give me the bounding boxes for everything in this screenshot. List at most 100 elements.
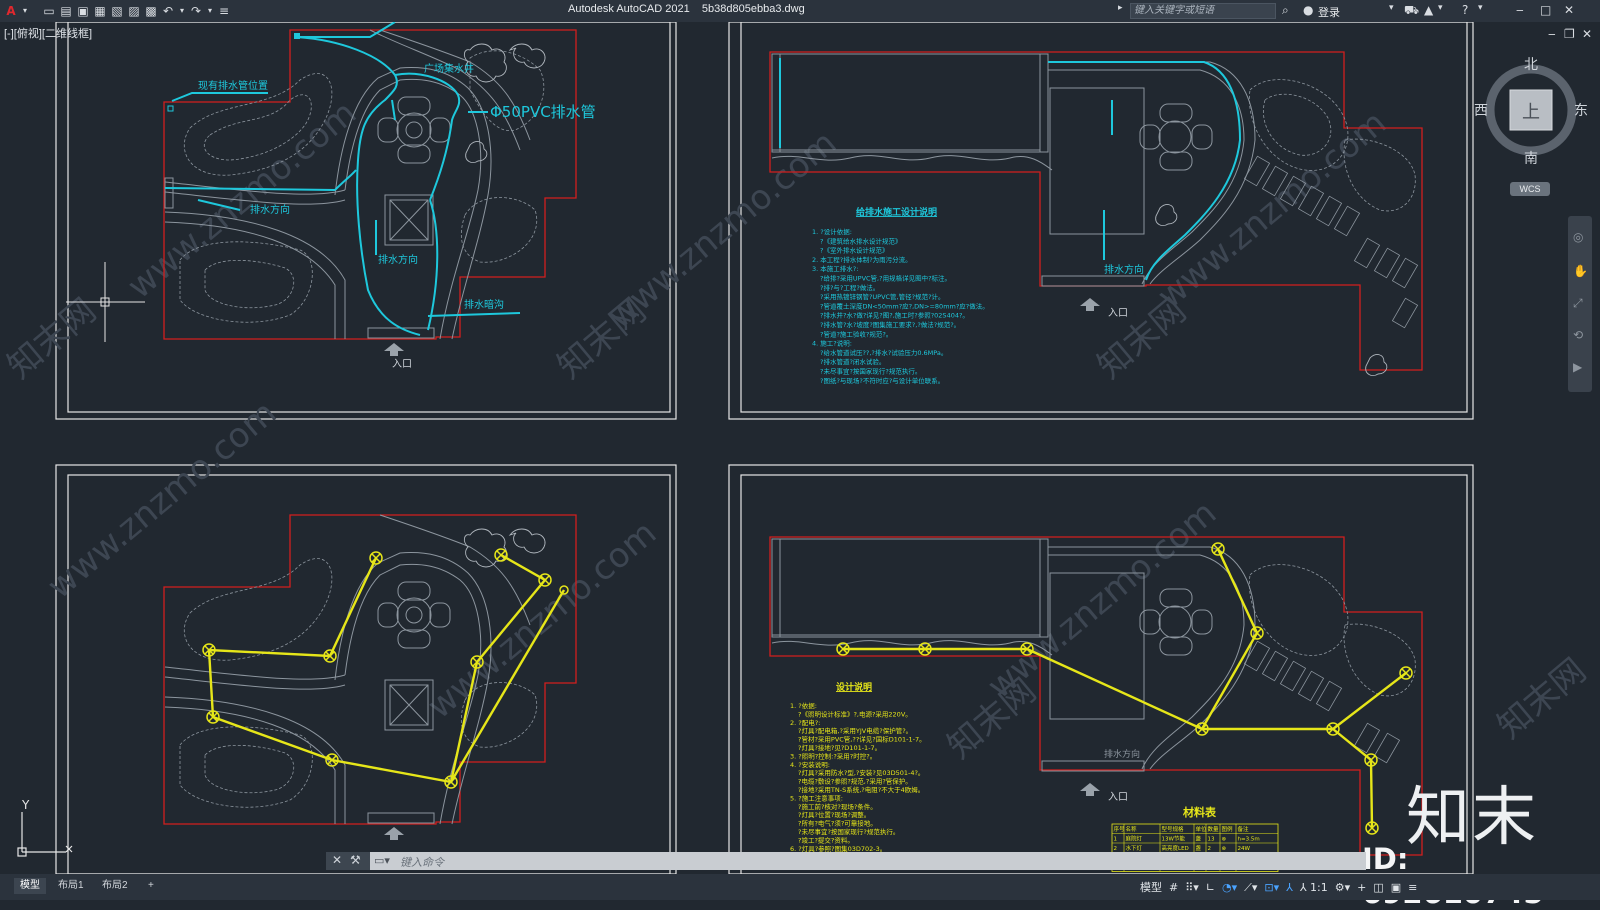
isolate-icon[interactable]: ◫: [1370, 881, 1383, 894]
command-history-icon[interactable]: ▭▾: [374, 854, 390, 867]
table-cell: 庭院灯: [1126, 835, 1143, 843]
table-cell: 盏: [1196, 844, 1202, 852]
viewcube-east[interactable]: 东: [1574, 100, 1588, 120]
svg-text:入口: 入口: [1108, 792, 1128, 803]
save-icon[interactable]: ▣: [76, 4, 90, 18]
login-dropdown-icon[interactable]: ▾: [1389, 3, 1394, 13]
note-line: ?灯具?接地?见?D101-1-7。: [798, 743, 881, 752]
ucs-y-label: Y: [21, 798, 30, 812]
maximize-icon[interactable]: □: [1540, 3, 1551, 17]
osnap-icon[interactable]: ⊡▾: [1261, 881, 1279, 894]
note-line: 5. ?施工注意事项:: [790, 793, 843, 802]
drawing-canvas[interactable]: www.znzmo.com www.znzmo.com www.znzmo.co…: [0, 22, 1600, 874]
cart-icon[interactable]: ⛟: [1404, 3, 1419, 19]
undo-dropdown-icon[interactable]: ▾: [178, 4, 186, 18]
note-line: ?排水井?水?做?详见?图?,施工时?参照?02S404?。: [820, 311, 969, 320]
table-cell: h=3.5m: [1238, 837, 1260, 843]
print-icon[interactable]: ▩: [144, 4, 158, 18]
open-icon[interactable]: ▤: [59, 4, 73, 18]
command-line[interactable]: ✕ ⚒ ▭▾ 键入命令: [326, 852, 1366, 870]
close-icon[interactable]: ✕: [1564, 3, 1574, 17]
orbit-icon[interactable]: ⟲: [1573, 328, 1583, 342]
model-space-toggle[interactable]: 模型: [1140, 881, 1162, 894]
drawing-minimize-icon[interactable]: ‒: [1548, 27, 1556, 41]
tab-layout1[interactable]: 布局1: [52, 878, 90, 894]
note-line: ?采用热镀锌钢管?UPVC管,管径?规范?计。: [820, 292, 945, 301]
command-line-handle[interactable]: ✕ ⚒: [326, 852, 370, 870]
app-menu-dropdown-icon[interactable]: ▾: [21, 4, 29, 18]
ortho-icon[interactable]: ∟: [1202, 881, 1215, 894]
label-drain-ditch: 排水暗沟: [464, 298, 504, 311]
command-close-icon[interactable]: ✕: [332, 853, 342, 867]
note-line: ?《室外排水设计规范》: [820, 246, 888, 255]
viewcube[interactable]: 北 南 西 东 上: [1474, 57, 1588, 170]
annotation-scale[interactable]: 1:1: [1310, 881, 1328, 894]
annotation-monitor-icon[interactable]: +: [1354, 881, 1366, 894]
isodraft-icon[interactable]: ⟋▾: [1241, 881, 1257, 894]
svg-text:排水方向: 排水方向: [1104, 263, 1144, 276]
autocad-logo-icon[interactable]: A: [4, 4, 18, 18]
help-icon[interactable]: ?: [1462, 3, 1468, 17]
note-line: ?电缆?敷设?参照?规范,?采用?管保护。: [798, 777, 912, 786]
note-line: ?排水管?水?坡度?图集施工要求?,?做法?规范?。: [820, 320, 960, 329]
saveas-icon[interactable]: ▦: [93, 4, 107, 18]
note-line: ?施工前?核对?现场?条件。: [798, 802, 877, 811]
showmotion-icon[interactable]: ▶: [1573, 360, 1582, 374]
zoom-extents-icon[interactable]: ⤢: [1573, 296, 1583, 311]
viewcube-south[interactable]: 南: [1524, 148, 1538, 168]
annotation-visibility-icon[interactable]: ⅄: [1283, 881, 1293, 894]
note-line: ?《建筑给水排水设计规范》: [820, 236, 901, 245]
grid-icon[interactable]: #: [1166, 881, 1178, 894]
table-cell: 13W节能: [1162, 835, 1186, 843]
redo-icon[interactable]: ↷: [189, 4, 203, 18]
command-input[interactable]: 键入命令: [400, 854, 444, 870]
note-line: ?竣工?提交?资料。: [798, 835, 854, 844]
note-line: ?排水管道?闭水试验。: [820, 357, 885, 366]
search-input[interactable]: 键入关键字或短语: [1130, 3, 1276, 19]
title-bar: A ▾ ▭ ▤ ▣ ▦ ▧ ▨ ▩ ↶ ▾ ↷ ▾ ≡ Autodesk Aut…: [0, 0, 1600, 22]
status-tools: 模型 # ⠿▾ ∟ ◔▾ ⟋▾ ⊡▾ ⅄ ⅄ 1:1 ⚙▾ + ◫ ▣ ≡: [1140, 879, 1417, 895]
customize-icon[interactable]: ≡: [217, 4, 231, 18]
undo-icon[interactable]: ↶: [161, 4, 175, 18]
plot-preview-icon[interactable]: ▧: [110, 4, 124, 18]
tab-layout2[interactable]: 布局2: [96, 878, 134, 894]
wcs-menu[interactable]: WCS: [1510, 182, 1550, 196]
note-line: 3. ?照明?控制:?采用?时控?。: [790, 751, 876, 760]
autoscale-icon[interactable]: ⅄: [1296, 881, 1307, 894]
login-link[interactable]: 登录: [1318, 4, 1340, 20]
note-line: ?《照明设计标准》?,电源?采用220V。: [798, 709, 912, 718]
search-icon[interactable]: ⌕: [1282, 3, 1289, 18]
pan-icon[interactable]: ✋: [1573, 264, 1588, 278]
viewcube-top[interactable]: 上: [1522, 98, 1540, 124]
snap-icon[interactable]: ⠿▾: [1182, 881, 1199, 894]
user-icon[interactable]: ●: [1303, 3, 1313, 17]
table-header-cell: 备注: [1238, 825, 1250, 833]
arrow-right-icon[interactable]: ▸: [1118, 3, 1123, 13]
label-drain-direction-1: 排水方向: [250, 203, 290, 216]
drawing-close-icon[interactable]: ✕: [1582, 27, 1592, 41]
drawing-restore-icon[interactable]: ❐: [1564, 27, 1575, 41]
viewcube-west[interactable]: 西: [1474, 100, 1488, 120]
viewport-controls[interactable]: [-][俯视][二维线框]: [4, 25, 92, 41]
publish-icon[interactable]: ▨: [127, 4, 141, 18]
new-icon[interactable]: ▭: [42, 4, 56, 18]
viewcube-north[interactable]: 北: [1524, 54, 1538, 74]
tab-add-layout[interactable]: +: [142, 878, 160, 894]
polar-icon[interactable]: ◔▾: [1219, 881, 1237, 894]
app-dropdown-icon[interactable]: ▾: [1438, 3, 1443, 13]
note-line: ?未尽事宜?按国家现行?规范执行。: [820, 367, 921, 376]
customization-menu-icon[interactable]: ≡: [1405, 881, 1417, 894]
minimize-icon[interactable]: ‒: [1516, 3, 1524, 17]
clean-screen-icon[interactable]: ▣: [1387, 881, 1401, 894]
help-dropdown-icon[interactable]: ▾: [1478, 3, 1483, 13]
tab-model[interactable]: 模型: [14, 878, 46, 894]
workspace-gear-icon[interactable]: ⚙▾: [1331, 881, 1350, 894]
command-customize-icon[interactable]: ⚒: [350, 853, 361, 867]
table-header-cell: 名称: [1126, 825, 1138, 833]
note-line: ?图纸?与现场?不符时应?与设计单位联系。: [820, 376, 944, 385]
redo-dropdown-icon[interactable]: ▾: [206, 4, 214, 18]
material-table-title: 材料表: [1183, 805, 1217, 819]
steering-wheel-icon[interactable]: ◎: [1573, 230, 1583, 244]
autodesk-app-icon[interactable]: ▲: [1424, 3, 1433, 17]
note-line: 2. 本工程?排水体制?为雨污分流。: [812, 255, 912, 264]
